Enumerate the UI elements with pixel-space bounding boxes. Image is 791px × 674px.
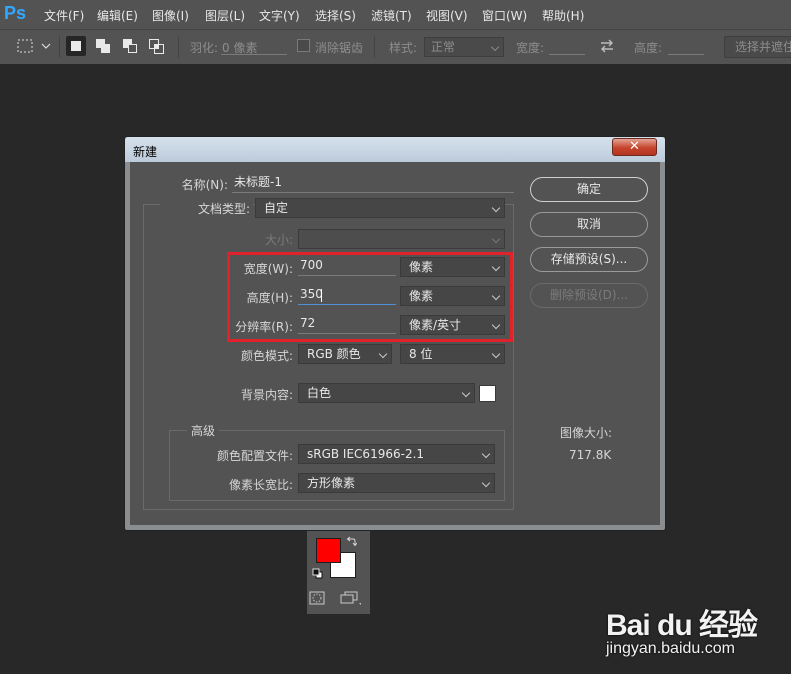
image-size-value: 717.8K — [569, 448, 612, 462]
width-label: 宽度: — [516, 41, 545, 55]
name-label: 名称(N): — [181, 178, 228, 192]
doc-type-value: 自定 — [264, 201, 289, 215]
width-input[interactable] — [549, 54, 585, 55]
style-label: 样式: — [389, 41, 418, 55]
menu-window[interactable]: 窗口(W) — [482, 7, 527, 24]
size-select — [298, 229, 505, 249]
background-value: 白色 — [307, 386, 332, 400]
chevron-down-icon — [461, 388, 471, 398]
photoshop-logo[interactable]: Ps — [4, 3, 26, 24]
chevron-down-icon — [481, 478, 491, 488]
menu-image[interactable]: 图像(I) — [152, 7, 189, 24]
color-profile-select[interactable]: sRGB IEC61966-2.1 — [298, 444, 495, 464]
menu-select[interactable]: 选择(S) — [315, 7, 356, 24]
menu-edit[interactable]: 编辑(E) — [97, 7, 138, 24]
menu-layer[interactable]: 图层(L) — [205, 7, 245, 24]
bit-depth-value: 8 位 — [409, 347, 433, 361]
intersect-selection-icon[interactable] — [147, 36, 167, 56]
chevron-down-icon — [378, 349, 388, 359]
height-label: 高度: — [634, 41, 663, 55]
size-label: 大小: — [264, 233, 293, 247]
chevron-down-icon — [491, 203, 501, 213]
select-and-mask-button[interactable]: 选择并遮住 — [724, 36, 791, 58]
advanced-label: 高级 — [187, 422, 220, 439]
background-color-swatch[interactable] — [479, 385, 496, 402]
menu-type[interactable]: 文字(Y) — [259, 7, 300, 24]
doc-type-label: 文档类型: — [160, 200, 253, 217]
feather-label: 羽化: — [190, 41, 219, 55]
height-input[interactable] — [668, 54, 704, 55]
foreground-color-chip[interactable] — [316, 538, 341, 563]
color-mode-label: 颜色模式: — [240, 349, 293, 363]
pixel-aspect-select[interactable]: 方形像素 — [298, 473, 495, 493]
background-select[interactable]: 白色 — [298, 383, 475, 403]
color-mode-select[interactable]: RGB 颜色 — [298, 344, 392, 364]
name-input[interactable]: 未标题-1 — [232, 175, 514, 193]
delete-preset-button: 删除预设(D)... — [530, 283, 648, 308]
ok-button[interactable]: 确定 — [530, 177, 648, 202]
color-mode-value: RGB 颜色 — [307, 347, 361, 361]
pixel-aspect-label: 像素长宽比: — [228, 478, 293, 492]
subtract-from-selection-icon[interactable] — [121, 36, 141, 56]
doc-type-select[interactable]: 自定 — [255, 198, 505, 218]
highlight-box — [227, 252, 513, 342]
cancel-button[interactable]: 取消 — [530, 212, 648, 237]
marquee-tool-icon[interactable] — [17, 39, 53, 55]
chevron-down-icon — [481, 449, 491, 459]
color-profile-value: sRGB IEC61966-2.1 — [307, 447, 425, 461]
menu-filter[interactable]: 滤镜(T) — [371, 7, 412, 24]
menu-file[interactable]: 文件(F) — [44, 7, 84, 24]
style-value: 正常 — [431, 40, 456, 54]
antialias-label: 消除锯齿 — [315, 41, 364, 55]
style-select[interactable]: 正常 — [424, 37, 504, 57]
screen-mode-icon[interactable] — [340, 591, 362, 606]
background-label: 背景内容: — [240, 388, 293, 402]
close-icon: ✕ — [629, 139, 640, 154]
swap-icon[interactable] — [599, 39, 615, 53]
dialog-title: 新建 — [133, 145, 158, 159]
chevron-down-icon — [491, 349, 501, 359]
pixel-aspect-value: 方形像素 — [307, 476, 356, 490]
chevron-down-icon — [490, 42, 500, 52]
new-selection-button[interactable] — [66, 36, 86, 56]
default-colors-icon[interactable] — [312, 568, 323, 579]
chevron-down-icon — [491, 234, 501, 244]
quick-mask-icon[interactable] — [309, 591, 325, 605]
color-profile-label: 颜色配置文件: — [216, 449, 293, 463]
save-preset-button[interactable]: 存储预设(S)... — [530, 247, 648, 272]
watermark-url: jingyan.baidu.com — [606, 640, 735, 657]
bit-depth-select[interactable]: 8 位 — [400, 344, 505, 364]
menu-view[interactable]: 视图(V) — [426, 7, 468, 24]
add-to-selection-icon[interactable] — [94, 36, 114, 56]
menu-help[interactable]: 帮助(H) — [542, 7, 584, 24]
baidu-jingyan-watermark: Bai du 经验 — [606, 609, 758, 642]
dialog-title-bar[interactable] — [125, 137, 665, 162]
antialias-checkbox[interactable] — [297, 39, 310, 52]
swap-colors-icon[interactable] — [346, 536, 357, 547]
image-size-label: 图像大小: — [560, 426, 613, 440]
